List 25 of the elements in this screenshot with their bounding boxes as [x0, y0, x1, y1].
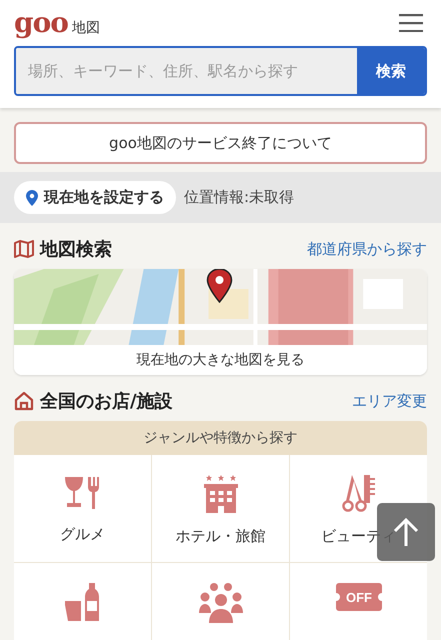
- scissors-comb-icon: [342, 475, 376, 513]
- logo[interactable]: goo: [14, 9, 68, 37]
- prefecture-link[interactable]: 都道府県から探す: [307, 240, 427, 258]
- genre-tile[interactable]: グルメ: [14, 455, 151, 562]
- hotel-icon: [204, 475, 238, 513]
- location-pin-icon: [26, 190, 38, 206]
- up-arrow-icon: [393, 518, 419, 546]
- map-icon: [14, 240, 34, 258]
- notice-button[interactable]: goo地図のサービス終了について: [14, 122, 427, 164]
- menu-icon[interactable]: [399, 14, 423, 32]
- coupon-label: OFF: [346, 590, 372, 605]
- group-people-icon: [198, 583, 242, 623]
- genre-header: ジャンルや特徴から探す: [14, 421, 427, 455]
- large-map-button[interactable]: 現在地の大きな地図を見る: [14, 345, 427, 375]
- location-status: 位置情報:未取得: [184, 188, 294, 207]
- area-change-link[interactable]: エリア変更: [352, 392, 427, 410]
- logo-subtitle: 地図: [72, 19, 100, 37]
- genre-tile[interactable]: ホテル・旅館: [152, 455, 289, 562]
- home-icon: [14, 391, 34, 411]
- genre-tile[interactable]: [14, 563, 151, 640]
- bottle-cup-icon: [64, 583, 100, 621]
- section-title: 全国のお店/施設: [40, 390, 173, 413]
- set-location-button[interactable]: 現在地を設定する: [14, 181, 176, 214]
- section-title: 地図検索: [40, 238, 112, 261]
- genre-tile[interactable]: [152, 563, 289, 640]
